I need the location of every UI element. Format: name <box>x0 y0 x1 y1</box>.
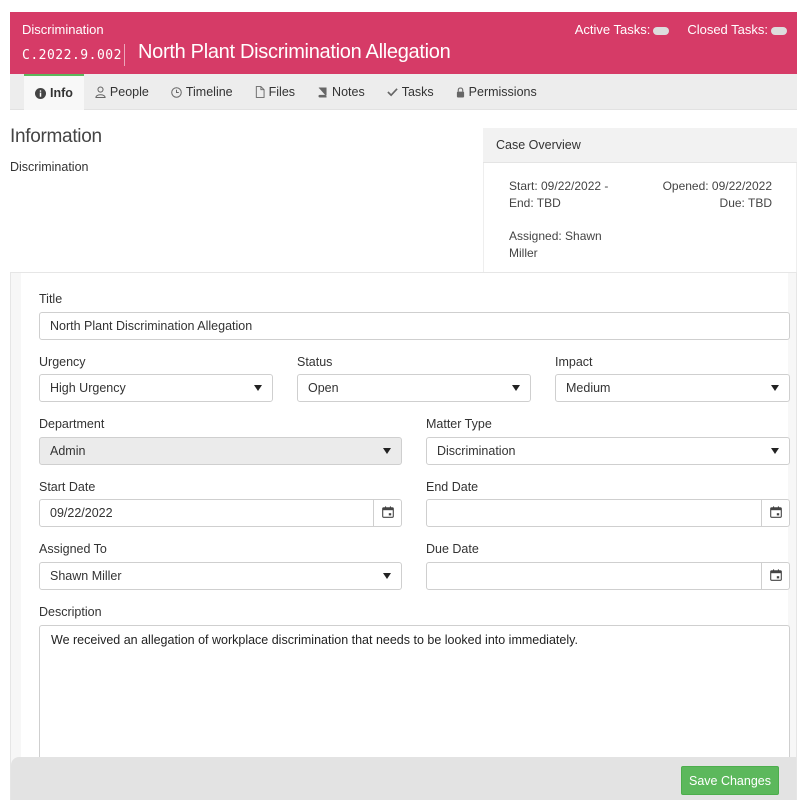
status-select[interactable]: Open <box>297 374 531 402</box>
info-subheading: Discrimination <box>10 160 89 174</box>
chevron-down-icon <box>254 385 262 391</box>
tab-permissions[interactable]: Permissions <box>445 74 548 110</box>
assigned-to-select[interactable]: Shawn Miller <box>39 562 402 590</box>
case-tabs: Info People Timeline Files Notes Tasks P… <box>10 74 797 110</box>
header-divider <box>124 44 125 66</box>
case-header: Discrimination C.2022.9.002 North Plant … <box>10 12 797 74</box>
department-select[interactable]: Admin <box>39 437 402 465</box>
chevron-down-icon <box>512 385 520 391</box>
case-overview-panel: Case Overview Start: 09/22/2022 - End: T… <box>483 128 797 272</box>
tab-notes-label: Notes <box>332 85 365 99</box>
calendar-icon <box>769 505 782 521</box>
matter-type-select[interactable]: Discrimination <box>426 437 790 465</box>
info-circle-icon <box>35 87 46 99</box>
urgency-label: Urgency <box>39 355 86 369</box>
title-input[interactable]: North Plant Discrimination Allegation <box>39 312 790 340</box>
calendar-icon <box>381 505 394 521</box>
active-tasks-badge <box>653 26 670 35</box>
case-edit-panel: Title North Plant Discrimination Allegat… <box>10 272 797 800</box>
urgency-select[interactable]: High Urgency <box>39 374 273 402</box>
due-date-label: Due Date <box>426 542 479 556</box>
active-tasks-label: Active Tasks: <box>574 22 651 37</box>
title-label: Title <box>39 292 63 306</box>
status-label: Status <box>297 355 333 369</box>
chevron-down-icon <box>771 385 779 391</box>
start-date-picker: 09/22/2022 <box>39 499 402 527</box>
closed-tasks-badge <box>771 26 787 35</box>
impact-value: Medium <box>566 381 611 395</box>
tab-people[interactable]: People <box>84 74 160 110</box>
overview-opened-due: Opened: 09/22/2022 Due: TBD <box>663 178 772 212</box>
end-date-input[interactable] <box>426 499 762 527</box>
overview-assigned: Assigned: Shawn Miller <box>509 229 602 260</box>
tab-timeline[interactable]: Timeline <box>160 74 244 110</box>
case-overview-body: Start: 09/22/2022 - End: TBD Opened: 09/… <box>483 163 797 272</box>
form-footer: Save Changes <box>11 757 796 800</box>
chevron-down-icon <box>383 448 391 454</box>
case-category: Discrimination <box>22 22 104 37</box>
clock-icon <box>171 86 182 98</box>
matter-type-label: Matter Type <box>426 417 492 431</box>
book-icon <box>317 87 328 98</box>
save-changes-button[interactable]: Save Changes <box>681 766 779 795</box>
overview-start: Start: 09/22/2022 - <box>509 179 609 193</box>
chevron-down-icon <box>383 573 391 579</box>
department-value: Admin <box>50 444 86 458</box>
description-textarea[interactable]: We received an allegation of workplace d… <box>39 625 790 759</box>
closed-tasks-label: Closed Tasks: <box>687 22 768 37</box>
file-icon <box>255 86 265 98</box>
tab-notes[interactable]: Notes <box>306 74 376 110</box>
tab-people-label: People <box>109 85 149 99</box>
urgency-value: High Urgency <box>50 381 126 395</box>
assigned-to-value: Shawn Miller <box>50 569 122 583</box>
due-date-calendar-button[interactable] <box>761 562 790 590</box>
matter-type-value: Discrimination <box>437 444 516 458</box>
active-tasks-counter[interactable]: Active Tasks: <box>575 22 670 37</box>
due-date-picker <box>426 562 790 590</box>
impact-label: Impact <box>555 355 593 369</box>
calendar-icon <box>769 568 782 584</box>
overview-opened: Opened: 09/22/2022 <box>662 179 772 193</box>
lock-icon <box>456 86 465 98</box>
overview-dates: Start: 09/22/2022 - End: TBD <box>509 178 629 212</box>
impact-select[interactable]: Medium <box>555 374 790 402</box>
case-overview-title: Case Overview <box>483 128 797 163</box>
tab-tasks[interactable]: Tasks <box>376 74 445 110</box>
end-date-label: End Date <box>426 480 479 494</box>
overview-due: Due: TBD <box>719 196 772 210</box>
tab-files[interactable]: Files <box>244 74 306 110</box>
check-icon <box>387 87 398 97</box>
case-id: C.2022.9.002 <box>22 48 122 63</box>
start-date-calendar-button[interactable] <box>373 499 402 527</box>
end-date-picker <box>426 499 790 527</box>
tab-permissions-label: Permissions <box>468 85 537 99</box>
due-date-input[interactable] <box>426 562 762 590</box>
tab-files-label: Files <box>268 85 296 99</box>
assigned-to-label: Assigned To <box>39 542 107 556</box>
department-label: Department <box>39 417 105 431</box>
case-edit-form: Title North Plant Discrimination Allegat… <box>21 273 790 759</box>
case-title: North Plant Discrimination Allegation <box>138 41 451 63</box>
tab-info-label: Info <box>50 86 73 100</box>
task-counters: Active Tasks: Closed Tasks: <box>575 22 787 37</box>
end-date-calendar-button[interactable] <box>761 499 790 527</box>
start-date-label: Start Date <box>39 480 96 494</box>
closed-tasks-counter[interactable]: Closed Tasks: <box>687 22 787 37</box>
description-label: Description <box>39 605 102 619</box>
overview-end: End: TBD <box>509 196 561 210</box>
chevron-down-icon <box>771 448 779 454</box>
info-heading: Information <box>10 126 102 147</box>
tab-timeline-label: Timeline <box>185 85 233 99</box>
user-icon <box>95 86 106 98</box>
status-value: Open <box>308 381 339 395</box>
start-date-input[interactable]: 09/22/2022 <box>39 499 374 527</box>
tab-tasks-label: Tasks <box>401 85 434 99</box>
tab-info[interactable]: Info <box>24 74 84 110</box>
